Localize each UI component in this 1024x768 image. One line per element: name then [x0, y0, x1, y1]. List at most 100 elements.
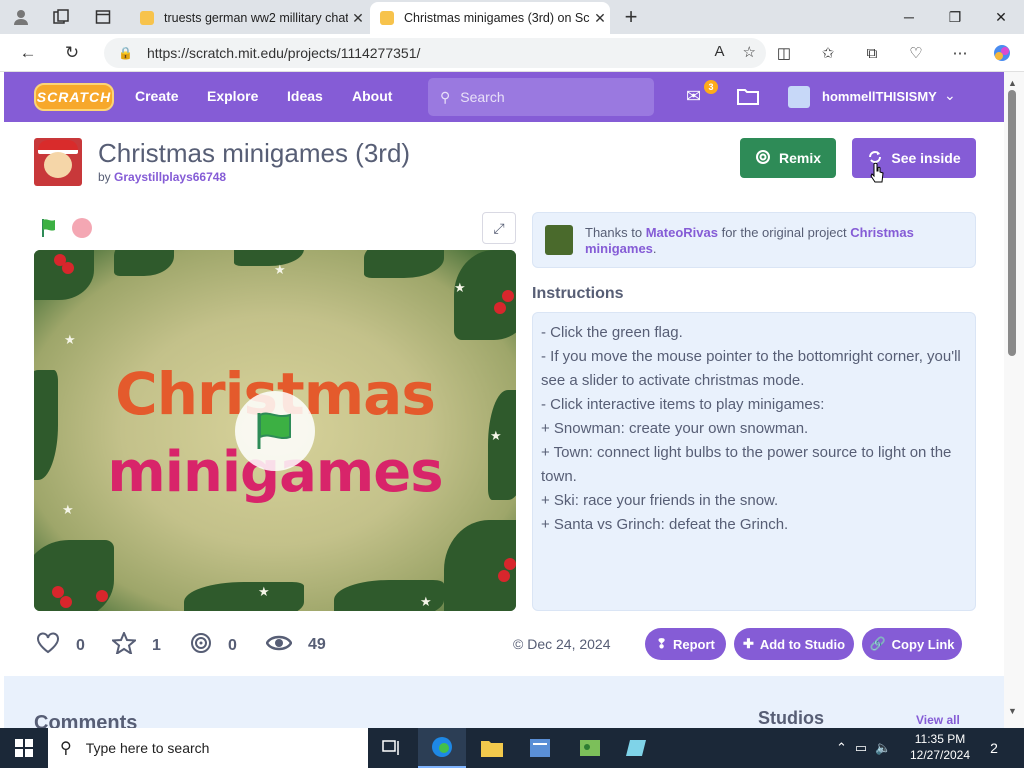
stop-icon[interactable] — [72, 218, 92, 238]
add-to-studio-button[interactable]: ✚ Add to Studio — [734, 628, 854, 660]
nav-explore[interactable]: Explore — [207, 88, 258, 104]
new-tab-button[interactable]: + — [620, 4, 642, 29]
tab-title: Christmas minigames (3rd) on Scratch — [404, 11, 590, 25]
link-icon: 🔗 — [869, 636, 886, 651]
share-date: © Dec 24, 2024 — [513, 636, 611, 652]
edge-app-icon[interactable] — [418, 728, 466, 768]
instruction-line: + Ski: race your friends in the snow. — [541, 492, 779, 509]
tab-title: truests german ww2 millitary chat — [164, 11, 348, 25]
instructions-heading: Instructions — [532, 285, 624, 302]
plus-icon: ✚ — [742, 636, 754, 651]
mouse-cursor-icon — [870, 162, 884, 184]
url-field[interactable]: 🔒 https://scratch.mit.edu/projects/11142… — [104, 38, 766, 68]
copy-link-button[interactable]: 🔗 Copy Link — [862, 628, 962, 660]
instruction-line: + Town: connect light bulbs to the power… — [541, 444, 952, 485]
message-count-badge: 3 — [704, 80, 718, 94]
favorites-icon[interactable]: ✩ — [816, 42, 840, 64]
scroll-down-icon[interactable]: ▼ — [1008, 706, 1017, 716]
project-stage[interactable]: ★ ★ ★ ★ ★ ★ ★ Christmas minigames — [34, 250, 516, 611]
instruction-line: + Snowman: create your own snowman. — [541, 420, 809, 437]
network-icon[interactable]: ▭ — [855, 740, 867, 756]
remix-count-icon — [190, 632, 212, 660]
file-explorer-icon[interactable] — [468, 728, 516, 768]
refresh-icon[interactable]: ↻ — [60, 41, 84, 65]
read-aloud-icon[interactable]: A — [715, 43, 725, 61]
windows-taskbar: ⚲ Type here to search ⌃ ▭ 🔈 11:35 PM 12/… — [0, 728, 1024, 768]
original-author-link[interactable]: MateoRivas — [646, 225, 718, 240]
close-tab-icon[interactable]: ✕ — [348, 10, 368, 27]
studios-heading: Studios — [758, 708, 824, 728]
nav-about[interactable]: About — [352, 88, 392, 104]
search-placeholder: Search — [460, 89, 505, 105]
avatar[interactable] — [788, 86, 810, 108]
app-icon[interactable] — [566, 728, 614, 768]
scratch-navbar: SCRATCH Create Explore Ideas About ⚲ Sea… — [4, 72, 1004, 122]
heart-icon — [36, 632, 60, 660]
chevron-down-icon[interactable]: ⌄ — [944, 87, 956, 104]
profile-icon[interactable] — [10, 6, 32, 28]
scratch-logo[interactable]: SCRATCH — [34, 83, 114, 111]
system-tray: ⌃ ▭ 🔈 — [836, 728, 891, 768]
taskbar-search-input[interactable]: ⚲ Type here to search — [48, 728, 368, 768]
close-window-icon[interactable]: ✕ — [978, 0, 1024, 34]
chevron-up-icon[interactable]: ⌃ — [836, 740, 847, 756]
my-stuff-folder-icon[interactable] — [736, 86, 760, 106]
scrollbar-thumb[interactable] — [1008, 90, 1016, 356]
nav-create[interactable]: Create — [135, 88, 179, 104]
copilot-icon[interactable] — [990, 42, 1014, 64]
favorite-stat[interactable]: 1 — [110, 630, 161, 660]
app-icon[interactable] — [516, 728, 564, 768]
remix-button[interactable]: Remix — [740, 138, 836, 178]
author-thumbnail[interactable] — [34, 138, 82, 186]
fullscreen-icon[interactable]: ⤢ — [482, 212, 516, 244]
instructions-box: - Click the green flag. - If you move th… — [532, 312, 976, 611]
lock-icon[interactable]: 🔒 — [118, 46, 133, 60]
project-title: Christmas minigames (3rd) — [98, 138, 411, 168]
collections-icon[interactable]: ⧉ — [860, 42, 884, 64]
eye-icon — [265, 632, 293, 658]
volume-icon[interactable]: 🔈 — [875, 740, 891, 756]
scratch-favicon-icon — [380, 11, 394, 25]
restore-icon[interactable]: ❐ — [932, 0, 978, 34]
url-text: https://scratch.mit.edu/projects/1114277… — [146, 45, 421, 61]
instruction-line: - If you move the mouse pointer to the b… — [541, 348, 961, 389]
report-icon: ❢ — [656, 636, 667, 651]
original-author-avatar[interactable] — [545, 225, 573, 255]
app-icon[interactable] — [614, 728, 662, 768]
split-screen-icon[interactable]: ◫ — [772, 42, 796, 64]
scroll-up-icon[interactable]: ▲ — [1008, 78, 1017, 88]
nav-ideas[interactable]: Ideas — [287, 88, 323, 104]
favorite-star-icon[interactable]: ☆ — [743, 43, 756, 61]
close-tab-icon[interactable]: ✕ — [590, 10, 610, 27]
search-input[interactable]: ⚲ Search — [428, 78, 654, 116]
scratch-favicon-icon — [140, 11, 154, 25]
views-stat: 49 — [265, 632, 326, 658]
browser-tab-1[interactable]: truests german ww2 millitary chat ✕ — [130, 2, 368, 34]
love-stat[interactable]: 0 — [36, 632, 85, 660]
instruction-line: - Click the green flag. — [541, 324, 683, 341]
system-clock[interactable]: 11:35 PM 12/27/2024 — [908, 731, 972, 763]
back-icon[interactable]: ← — [16, 41, 40, 65]
author-link[interactable]: Graystillplays66748 — [114, 170, 226, 184]
remix-stat: 0 — [190, 632, 237, 660]
play-overlay-button[interactable] — [235, 391, 315, 471]
search-icon: ⚲ — [60, 740, 72, 757]
remix-icon — [755, 149, 771, 168]
remix-credits: Thanks to MateoRivas for the original pr… — [532, 212, 976, 268]
report-button[interactable]: ❢ Report — [645, 628, 726, 660]
search-icon: ⚲ — [440, 88, 451, 105]
tab-actions-icon[interactable] — [92, 6, 114, 28]
username[interactable]: hommellTHISISMY — [822, 89, 937, 104]
view-all-link[interactable]: View all — [916, 713, 960, 727]
project-byline: by Graystillplays66748 — [98, 170, 227, 184]
workspaces-icon[interactable] — [50, 6, 72, 28]
browser-tab-bar: truests german ww2 millitary chat ✕ Chri… — [0, 0, 1024, 34]
notification-icon[interactable]: 2 — [980, 736, 1008, 760]
windows-start-icon[interactable] — [0, 728, 48, 768]
browser-tab-2[interactable]: Christmas minigames (3rd) on Scratch ✕ — [370, 2, 610, 34]
browser-essentials-icon[interactable]: ♡ — [904, 42, 928, 64]
green-flag-icon[interactable] — [40, 218, 62, 238]
task-view-icon[interactable] — [368, 728, 416, 768]
minimize-icon[interactable]: ─ — [886, 0, 932, 34]
more-menu-icon[interactable]: ⋯ — [948, 42, 972, 64]
